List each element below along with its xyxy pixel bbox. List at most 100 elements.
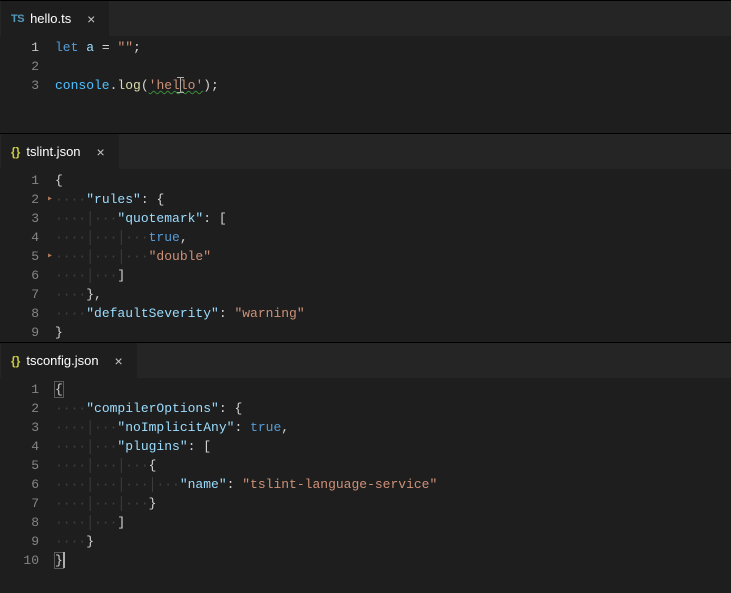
tab-filename: tsconfig.json: [26, 353, 98, 368]
code-token: 'hello': [149, 78, 204, 93]
code-token: [: [219, 211, 227, 226]
code-token: ]: [117, 515, 125, 530]
code-token: {: [156, 192, 164, 207]
json-file-icon: {}: [11, 354, 20, 368]
code-line[interactable]: ····│···│···}: [55, 494, 731, 513]
line-number: 6: [0, 266, 39, 285]
code-line[interactable]: ····"compilerOptions": {: [55, 399, 731, 418]
fold-arrow-icon[interactable]: ▸: [47, 190, 53, 209]
code-token: ,: [94, 287, 102, 302]
code-editor[interactable]: 123let a = ""; console.log('hello');: [0, 36, 731, 133]
line-number: 8: [0, 513, 39, 532]
code-token: ····: [55, 401, 86, 416]
line-number: 3: [0, 76, 39, 95]
code-token: "rules": [86, 192, 141, 207]
code-token: :: [227, 477, 243, 492]
code-token: a: [86, 40, 94, 55]
code-line[interactable]: ····│···"quotemark": [: [55, 209, 731, 228]
code-line[interactable]: [55, 95, 731, 114]
code-token: =: [94, 40, 117, 55]
code-line[interactable]: {: [55, 171, 731, 190]
code-token: :: [219, 306, 235, 321]
code-line[interactable]: ····│···]: [55, 266, 731, 285]
line-number: 3: [0, 209, 39, 228]
code-editor[interactable]: 12345678910{····"compilerOptions": {····…: [0, 378, 731, 570]
line-number: 10: [0, 551, 39, 570]
line-number: 3: [0, 418, 39, 437]
code-token: ····│···: [55, 268, 117, 283]
code-line[interactable]: console.log('hello');: [55, 76, 731, 95]
code-token: "name": [180, 477, 227, 492]
code-line[interactable]: }: [55, 551, 731, 570]
code-line[interactable]: ····│···"noImplicitAny": true,: [55, 418, 731, 437]
code-token: "double": [149, 249, 211, 264]
code-area[interactable]: {····"compilerOptions": {····│···"noImpl…: [55, 380, 731, 570]
code-token: console: [55, 78, 110, 93]
code-token: :: [188, 439, 204, 454]
code-token: }: [86, 287, 94, 302]
line-number: 6: [0, 475, 39, 494]
code-token: );: [203, 78, 219, 93]
editor-tab[interactable]: {} tsconfig.json ×: [0, 343, 138, 378]
code-token: ]: [117, 268, 125, 283]
code-token: log: [117, 78, 140, 93]
code-line[interactable]: [55, 114, 731, 133]
code-line[interactable]: ····│···"plugins": [: [55, 437, 731, 456]
code-token: "warning": [234, 306, 304, 321]
code-line[interactable]: ····│···│···"double": [55, 247, 731, 266]
line-number: 1: [0, 38, 39, 57]
close-icon[interactable]: ×: [83, 11, 99, 27]
code-token: }: [86, 534, 94, 549]
code-token: {: [234, 401, 242, 416]
code-line[interactable]: ····│···│···{: [55, 456, 731, 475]
code-area[interactable]: {····"rules": {····│···"quotemark": [···…: [55, 171, 731, 342]
editor-tab[interactable]: {}tslint.json×: [0, 134, 120, 169]
code-token: :: [141, 192, 157, 207]
code-line[interactable]: ····│···]: [55, 513, 731, 532]
line-number: 8: [0, 304, 39, 323]
line-number: 4: [0, 228, 39, 247]
code-line[interactable]: }: [55, 323, 731, 342]
code-token: ····│···: [55, 439, 117, 454]
code-line[interactable]: ····},: [55, 285, 731, 304]
code-token: "": [117, 40, 133, 55]
tab-bar: {}tslint.json×: [0, 134, 731, 169]
code-line[interactable]: ····}: [55, 532, 731, 551]
code-editor[interactable]: 12▸345▸6789{····"rules": {····│···"quote…: [0, 169, 731, 342]
code-token: ····│···│···: [55, 249, 149, 264]
editor-pane: {}tsconfig.json×12345678910{····"compile…: [0, 342, 731, 570]
editor-tab[interactable]: TShello.ts×: [0, 1, 110, 36]
code-line[interactable]: [55, 57, 731, 76]
code-line[interactable]: ····│···│···│···"name": "tslint-language…: [55, 475, 731, 494]
close-icon[interactable]: ×: [111, 353, 127, 369]
code-token: ····│···: [55, 211, 117, 226]
code-token: }: [55, 325, 63, 340]
line-number: 5: [0, 456, 39, 475]
code-token: ;: [133, 40, 141, 55]
code-token: ····│···│···: [55, 496, 149, 511]
line-number-gutter: 123: [0, 38, 55, 133]
tab-bar: {} tsconfig.json ×: [0, 343, 731, 378]
code-token: {: [55, 173, 63, 188]
code-line[interactable]: {: [55, 380, 731, 399]
tab-filename: hello.ts: [30, 11, 71, 26]
code-token: ····│···│···: [55, 458, 149, 473]
code-line[interactable]: ····"rules": {: [55, 190, 731, 209]
code-area[interactable]: let a = ""; console.log('hello');: [55, 38, 731, 133]
code-token: "noImplicitAny": [117, 420, 234, 435]
text-cursor: [63, 552, 65, 568]
code-token: ····: [55, 192, 86, 207]
code-token: (: [141, 78, 149, 93]
code-token: :: [234, 420, 250, 435]
code-token: [: [203, 439, 211, 454]
fold-arrow-icon[interactable]: ▸: [47, 247, 53, 266]
code-line[interactable]: ····"defaultSeverity": "warning": [55, 304, 731, 323]
line-number-gutter: 12▸345▸6789: [0, 171, 55, 342]
line-number-gutter: 12345678910: [0, 380, 55, 570]
line-number: 7: [0, 494, 39, 513]
code-line[interactable]: let a = "";: [55, 38, 731, 57]
close-icon[interactable]: ×: [93, 144, 109, 160]
code-token: {: [54, 381, 64, 398]
code-line[interactable]: ····│···│···true,: [55, 228, 731, 247]
code-token: {: [149, 458, 157, 473]
